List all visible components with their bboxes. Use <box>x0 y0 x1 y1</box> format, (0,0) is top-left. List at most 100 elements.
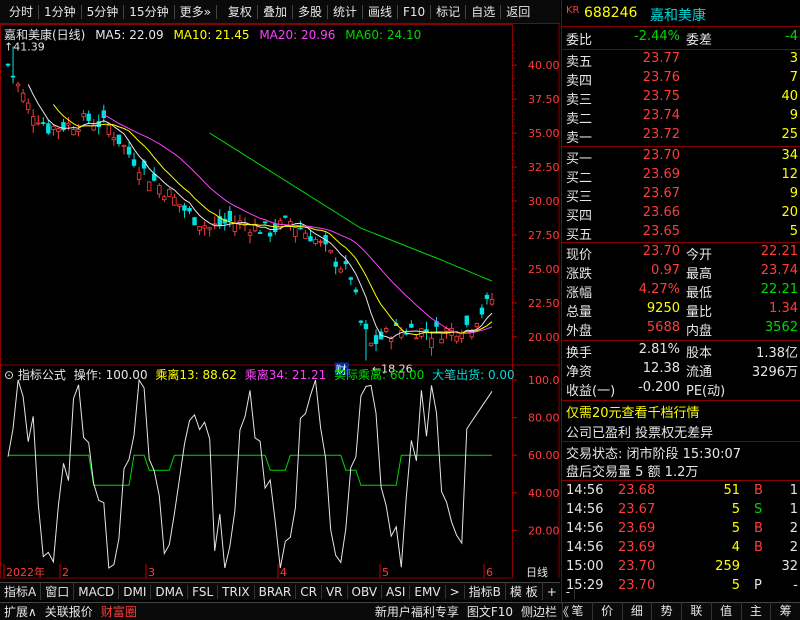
indicator-tab-15[interactable]: 模 板 <box>506 583 543 600</box>
bottom-btn-2[interactable]: 财富圈 <box>97 603 141 620</box>
indicator-tab-0[interactable]: 指标A <box>0 583 42 600</box>
indicator-tab-12[interactable]: EMV <box>410 584 446 599</box>
toolbar-btn-12[interactable]: 自选 <box>466 4 502 19</box>
bid-row-3[interactable]: 买三 23.67 9 <box>566 186 798 206</box>
bottom-btn-4[interactable]: 图文F10 <box>463 603 517 620</box>
tick-price: 23.69 <box>618 540 656 555</box>
toolbar-btn-0[interactable]: 分时 <box>4 4 40 19</box>
candle-body <box>338 268 343 273</box>
toolbar-btn-1[interactable]: 1分钟 <box>39 4 82 19</box>
ask-row-3[interactable]: 卖三 23.75 40 <box>566 89 798 109</box>
indicator-tab-9[interactable]: VR <box>322 584 348 599</box>
indicator-tab-6[interactable]: TRIX <box>218 584 255 599</box>
candle-body <box>197 226 202 231</box>
indicator-menu-icon[interactable]: ⊙ <box>4 368 14 382</box>
stat-row-2: 涨幅 4.27% 最低 22.21 <box>566 282 798 302</box>
toolbar-btn-10[interactable]: F10 <box>398 4 432 19</box>
y-tick-label: 30.00 <box>528 195 560 208</box>
indicator-tab-11[interactable]: ASI <box>382 584 411 599</box>
bid-row-2[interactable]: 买二 23.69 12 <box>566 167 798 187</box>
bid-row-4[interactable]: 买四 23.66 20 <box>566 205 798 225</box>
ask-row-1[interactable]: 卖一 23.72 25 <box>566 127 798 147</box>
right-tab-1[interactable]: 价 <box>591 602 622 620</box>
toolbar-btn-2[interactable]: 5分钟 <box>82 4 125 19</box>
candle-body <box>459 333 464 339</box>
ask-row-4-price: 23.76 <box>642 70 680 85</box>
toolbar-btn-13[interactable]: 返回 <box>501 5 535 19</box>
candle-body <box>363 323 369 330</box>
indicator-tab-14[interactable]: 指标B <box>465 583 506 600</box>
candle-body <box>177 204 182 207</box>
indicator-tab-10[interactable]: OBV <box>348 584 383 599</box>
indicator-tab-13[interactable]: > <box>446 584 465 599</box>
ask-row-5-label: 卖五 <box>566 55 593 70</box>
toolbar-btn-3[interactable]: 15分钟 <box>124 4 175 19</box>
indicator-tab-2[interactable]: MACD <box>74 584 120 599</box>
toolbar-btn-11[interactable]: 标记 <box>431 4 467 19</box>
toolbar-btn-5[interactable]: 复权 <box>223 4 258 19</box>
indicator-tab-4[interactable]: DMA <box>151 584 189 599</box>
status-row: 交易状态: 闭市阶段 15:30:07 <box>566 443 798 463</box>
ask-row-4[interactable]: 卖四 23.76 7 <box>566 70 798 90</box>
tick-row-2: 14:56 23.69 5 B 2 <box>566 521 798 541</box>
indicator-tab-16[interactable]: + <box>543 584 562 599</box>
candle-body <box>192 217 197 226</box>
tick-price: 23.67 <box>618 502 656 517</box>
stat2-label-b: PE(动) <box>686 384 726 399</box>
tick-vol: 259 <box>715 559 740 574</box>
indicator-tab-7[interactable]: BRAR <box>255 584 297 599</box>
candle-body <box>157 185 162 195</box>
stat-value-a: 0.97 <box>651 263 680 278</box>
right-tab-7[interactable]: 筹 <box>770 602 800 620</box>
stat2-label-a: 换手 <box>566 346 593 361</box>
stat-label-b: 最低 <box>686 286 713 301</box>
stat-label-a: 涨幅 <box>566 286 593 301</box>
right-tab-5[interactable]: 值 <box>710 602 741 620</box>
period-label[interactable]: 日线 <box>526 565 548 579</box>
right-tab-0[interactable]: 笔 <box>562 602 592 620</box>
toolbar-btn-8[interactable]: 统计 <box>328 4 363 19</box>
right-tab-6[interactable]: 主 <box>740 602 771 620</box>
toolbar-btn-4[interactable]: 更多» <box>175 4 217 19</box>
bottom-btn-0[interactable]: 扩展∧ <box>0 603 41 620</box>
ma60-line <box>209 132 493 282</box>
stat-label-a: 现价 <box>566 248 593 263</box>
stat-value-a: 5688 <box>646 320 680 335</box>
candle-body <box>368 342 374 346</box>
ask-row-2[interactable]: 卖二 23.74 9 <box>566 108 798 128</box>
bid-row-5[interactable]: 买五 23.65 5 <box>566 224 798 244</box>
promo-text[interactable]: 仅需20元查看千档行情 <box>566 402 700 421</box>
bottom-btn-3[interactable]: 新用户福利专享 <box>371 603 463 620</box>
indicator-name[interactable]: 指标公式 <box>18 368 66 382</box>
candle-body <box>167 189 172 197</box>
promo-row[interactable]: 仅需20元查看千档行情 <box>566 402 798 422</box>
candle-body <box>187 208 192 212</box>
toolbar-btn-7[interactable]: 多股 <box>293 4 328 19</box>
ask-row-5[interactable]: 卖五 23.77 3 <box>566 51 798 71</box>
x-label: 5 <box>382 566 389 579</box>
ask-row-3-label: 卖三 <box>566 93 593 108</box>
indicator-tab-1[interactable]: 窗口 <box>41 583 75 600</box>
bottom-btn-1[interactable]: 关联报价 <box>41 603 97 620</box>
indicator-tab-8[interactable]: CR <box>296 584 322 599</box>
right-tab-4[interactable]: 联 <box>681 602 711 620</box>
candle-body <box>303 232 308 239</box>
toolbar-btn-9[interactable]: 画线 <box>363 4 398 19</box>
candle-body <box>267 232 273 237</box>
indicator-g13: 乘离13: 88.62 <box>155 368 237 382</box>
stat2-value-a: -0.200 <box>638 380 680 395</box>
stat-value-a: 23.70 <box>642 244 680 259</box>
candle-body <box>343 261 348 265</box>
tick-vol: 5 <box>731 521 740 536</box>
tick-vol: 4 <box>731 540 740 555</box>
bid-row-1[interactable]: 买一 23.70 34 <box>566 148 798 168</box>
tick-row-3: 14:56 23.69 4 B 2 <box>566 540 798 560</box>
right-tab-3[interactable]: 势 <box>651 602 681 620</box>
chart-canvas[interactable]: 40.00 37.50 35.00 32.50 30.00 27.50 25.00 22.50… <box>0 24 560 580</box>
indicator-tab-3[interactable]: DMI <box>119 584 152 599</box>
bid-row-2-price: 23.69 <box>642 167 680 182</box>
ask-row-3-vol: 40 <box>781 89 798 104</box>
right-tab-2[interactable]: 细 <box>621 602 652 620</box>
toolbar-btn-6[interactable]: 叠加 <box>258 4 293 19</box>
indicator-tab-5[interactable]: FSL <box>188 584 219 599</box>
